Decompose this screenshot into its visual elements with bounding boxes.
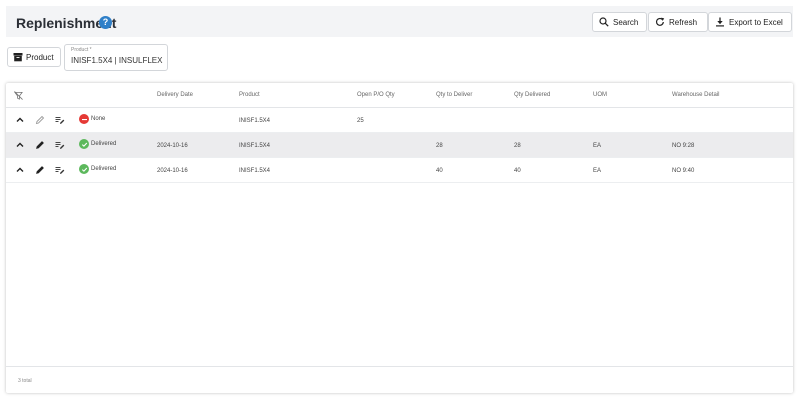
search-icon bbox=[599, 17, 609, 27]
chevron-up-icon[interactable] bbox=[15, 140, 25, 150]
search-button-label: Search bbox=[613, 17, 639, 27]
edit-notes-icon[interactable] bbox=[55, 115, 65, 125]
column-header-qty-to-deliver[interactable]: Qty to Deliver bbox=[436, 92, 472, 98]
replenishment-grid: Delivery Date Product Open P/O Qty Qty t… bbox=[6, 83, 793, 393]
status-label: None bbox=[91, 116, 106, 122]
qty-to-deliver-cell: 28 bbox=[436, 143, 443, 149]
column-header-open-po-qty[interactable]: Open P/O Qty bbox=[357, 92, 395, 98]
refresh-button-label: Refresh bbox=[669, 17, 698, 27]
qty-delivered-cell: 28 bbox=[514, 143, 521, 149]
filter-off-icon[interactable] bbox=[14, 91, 23, 100]
grid-header: Delivery Date Product Open P/O Qty Qty t… bbox=[6, 83, 793, 108]
edit-icon[interactable] bbox=[35, 140, 45, 150]
warehouse-detail-cell: NO 9:40 bbox=[672, 168, 695, 174]
grid-footer: 3 total bbox=[6, 366, 793, 393]
delivery-date-cell: 2024-10-16 bbox=[157, 168, 188, 174]
status-label: Delivered bbox=[91, 166, 117, 172]
edit-notes-icon[interactable] bbox=[55, 165, 65, 175]
column-header-qty-delivered[interactable]: Qty Delivered bbox=[514, 92, 550, 98]
refresh-icon bbox=[655, 17, 665, 26]
column-header-warehouse-detail[interactable]: Warehouse Detail bbox=[672, 92, 719, 98]
table-row[interactable]: Delivered 2024-10-16 INISF1.5X4 28 28 EA… bbox=[6, 133, 793, 158]
page-header: Replenishment ? Search Refresh Export to… bbox=[6, 6, 793, 37]
open-po-qty-cell: 25 bbox=[357, 118, 364, 124]
product-field-value[interactable]: INISF1.5X4 | INSULFLEX bbox=[71, 56, 162, 65]
status-badge: Delivered bbox=[79, 139, 116, 149]
edit-icon[interactable] bbox=[35, 165, 45, 175]
check-circle-icon bbox=[79, 164, 89, 174]
status-badge: Delivered bbox=[79, 164, 116, 174]
product-cell: INISF1.5X4 bbox=[239, 118, 271, 124]
uom-cell: EA bbox=[593, 143, 602, 149]
archive-icon bbox=[13, 53, 23, 62]
warehouse-detail-cell: NO 9:28 bbox=[672, 143, 695, 149]
search-button[interactable]: Search bbox=[592, 12, 647, 32]
download-icon bbox=[716, 17, 724, 27]
column-header-uom[interactable]: UOM bbox=[593, 92, 607, 98]
help-icon[interactable]: ? bbox=[99, 16, 112, 29]
edit-icon[interactable] bbox=[35, 115, 45, 125]
table-row[interactable]: Delivered 2024-10-16 INISF1.5X4 40 40 EA… bbox=[6, 158, 793, 183]
qty-to-deliver-cell: 40 bbox=[436, 168, 443, 174]
qty-delivered-cell: 40 bbox=[514, 168, 521, 174]
product-field-label: Product * bbox=[71, 47, 92, 53]
product-field[interactable]: Product * INISF1.5X4 | INSULFLEX bbox=[64, 44, 168, 71]
row-count: 3 total bbox=[18, 378, 32, 384]
uom-cell: EA bbox=[593, 168, 602, 174]
chevron-up-icon[interactable] bbox=[15, 165, 25, 175]
status-label: Delivered bbox=[91, 141, 117, 147]
export-to-excel-button[interactable]: Export to Excel bbox=[708, 12, 792, 32]
table-row[interactable]: None INISF1.5X4 25 bbox=[6, 108, 793, 133]
remove-circle-icon bbox=[79, 114, 89, 124]
product-cell: INISF1.5X4 bbox=[239, 143, 271, 149]
export-button-label: Export to Excel bbox=[729, 17, 783, 27]
column-header-product[interactable]: Product bbox=[239, 92, 260, 98]
status-badge: None bbox=[79, 114, 105, 124]
edit-notes-icon[interactable] bbox=[55, 140, 65, 150]
column-header-delivery-date[interactable]: Delivery Date bbox=[157, 92, 193, 98]
product-button-label: Product bbox=[26, 52, 54, 62]
product-button[interactable]: Product bbox=[7, 47, 61, 67]
product-cell: INISF1.5X4 bbox=[239, 168, 271, 174]
chevron-up-icon[interactable] bbox=[15, 115, 25, 125]
check-circle-icon bbox=[79, 139, 89, 149]
delivery-date-cell: 2024-10-16 bbox=[157, 143, 188, 149]
refresh-button[interactable]: Refresh bbox=[648, 12, 708, 32]
